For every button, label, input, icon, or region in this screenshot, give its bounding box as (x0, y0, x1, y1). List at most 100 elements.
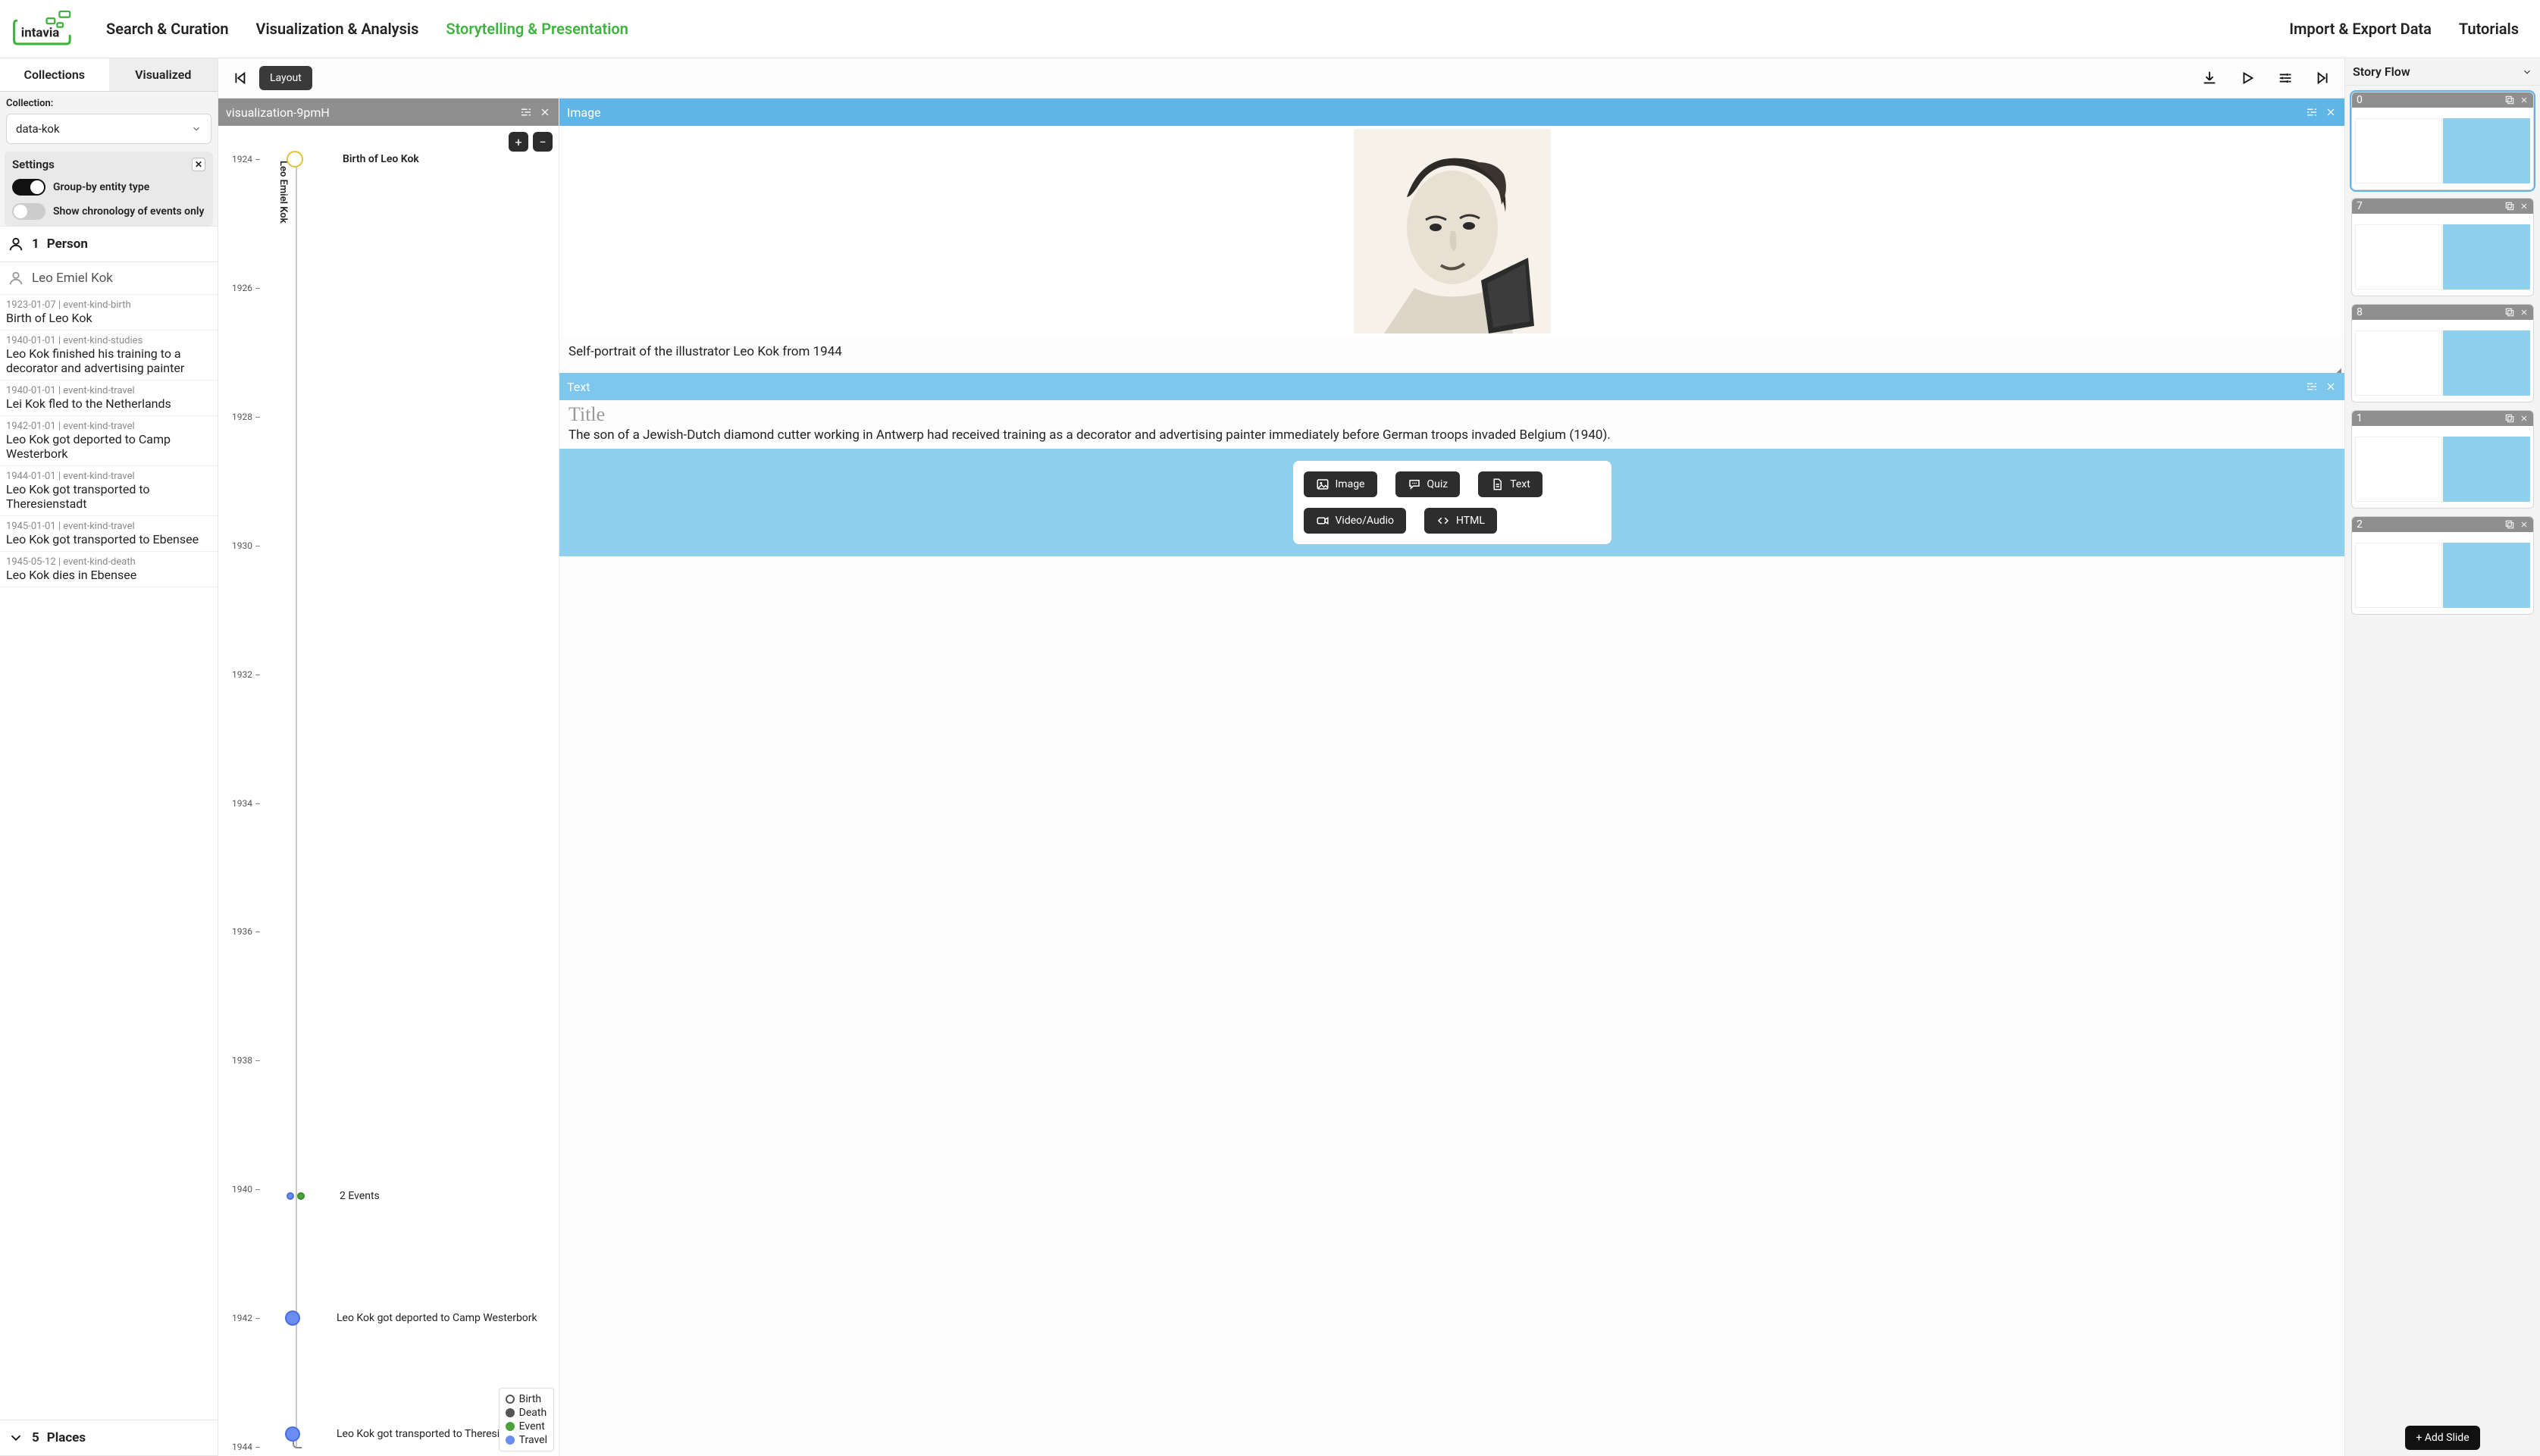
person-count: 1 (32, 236, 39, 252)
toggle-chrono-label: Show chronology of events only (53, 205, 205, 218)
add-content-area: Image Quiz Text Video/Audio HTML (559, 449, 2344, 556)
nav-tutorials[interactable]: Tutorials (2459, 20, 2519, 38)
text-title-placeholder[interactable]: Title (568, 403, 2335, 426)
resize-handle[interactable]: ◢ (559, 367, 2344, 373)
duplicate-icon[interactable] (2504, 413, 2515, 424)
go-first-button[interactable] (229, 67, 250, 89)
center-toolbar: Layout (218, 58, 2344, 99)
event-dot-birth[interactable] (287, 151, 303, 168)
year-tick: 1928 (232, 412, 252, 422)
chevron-down-icon[interactable] (2522, 67, 2532, 77)
legend-travel: Travel (519, 1434, 547, 1446)
toggle-group-entity[interactable] (12, 179, 45, 196)
duplicate-icon[interactable] (2504, 201, 2515, 211)
timeline-entity-label: Leo Emiel Kok (277, 161, 289, 224)
tab-visualized[interactable]: Visualized (109, 58, 218, 92)
legend-birth: Birth (519, 1393, 542, 1405)
event-item[interactable]: 1942-01-01 | event-kind-travelLeo Kok go… (0, 416, 218, 466)
zoom-in-button[interactable]: + (509, 132, 528, 152)
layout-button[interactable]: Layout (259, 66, 312, 90)
event-dot[interactable] (287, 1192, 294, 1200)
add-text-button[interactable]: Text (1478, 471, 1542, 497)
text-panel-title: Text (567, 380, 2299, 394)
add-image-button[interactable]: Image (1304, 471, 1377, 497)
vis-close-icon[interactable] (539, 106, 551, 118)
zoom-out-button[interactable]: − (533, 132, 553, 152)
nav-import[interactable]: Import & Export Data (2289, 20, 2432, 38)
image-caption: Self-portrait of the illustrator Leo Kok… (559, 337, 2344, 367)
nav-story[interactable]: Storytelling & Presentation (446, 20, 628, 38)
person-label: Person (47, 236, 88, 252)
event-item[interactable]: 1945-01-01 | event-kind-travelLeo Kok go… (0, 516, 218, 552)
slide[interactable]: 0 (2351, 92, 2534, 190)
play-button[interactable] (2237, 67, 2258, 89)
section-places[interactable]: 5 Places (0, 1420, 218, 1456)
close-icon[interactable] (2520, 414, 2529, 423)
year-tick: 1942 (232, 1313, 252, 1323)
event-item[interactable]: 1923-01-07 | event-kind-birthBirth of Le… (0, 295, 218, 330)
event-dot[interactable] (285, 1426, 300, 1442)
slide-number: 8 (2357, 306, 2500, 318)
nav-search[interactable]: Search & Curation (106, 20, 229, 38)
slide[interactable]: 7 (2351, 198, 2534, 296)
add-quiz-button[interactable]: Quiz (1395, 471, 1461, 497)
event-meta: 1940-01-01 | event-kind-studies (6, 335, 211, 346)
tab-collections[interactable]: Collections (0, 58, 109, 92)
add-html-button[interactable]: HTML (1424, 508, 1497, 534)
slide-number: 7 (2357, 200, 2500, 212)
portrait-image (1354, 129, 1551, 333)
event-title: Birth of Leo Kok (6, 311, 211, 325)
collection-value: data-kok (16, 122, 60, 136)
nav-visual[interactable]: Visualization & Analysis (256, 20, 419, 38)
places-count: 5 (32, 1430, 39, 1445)
visualization-panel: visualization-9pmH + − Leo Emiel Kok (218, 99, 559, 1456)
entity-row[interactable]: Leo Emiel Kok (0, 262, 218, 295)
close-icon[interactable] (2520, 202, 2529, 211)
text-content[interactable]: The son of a Jewish-Dutch diamond cutter… (568, 427, 2335, 443)
text-close-icon[interactable] (2325, 380, 2337, 393)
duplicate-icon[interactable] (2504, 95, 2515, 105)
close-icon[interactable] (2520, 96, 2529, 105)
event-dot[interactable] (285, 1310, 300, 1326)
close-icon[interactable] (2520, 520, 2529, 529)
content-panels: Image (559, 99, 2344, 1456)
toggle-chronology[interactable] (12, 203, 45, 220)
person-icon (8, 270, 24, 287)
event-title: Leo Kok got transported to Theresienstad… (6, 482, 211, 511)
image-icon (1316, 478, 1330, 491)
slide[interactable]: 1 (2351, 410, 2534, 509)
collection-select[interactable]: data-kok (6, 114, 211, 144)
slide-number: 1 (2357, 412, 2500, 424)
vis-settings-icon[interactable] (519, 105, 533, 119)
event-item[interactable]: 1940-01-01 | event-kind-travelLei Kok fl… (0, 380, 218, 416)
event-item[interactable]: 1945-05-12 | event-kind-deathLeo Kok die… (0, 552, 218, 587)
duplicate-icon[interactable] (2504, 519, 2515, 530)
event-label: Birth of Leo Kok (343, 153, 419, 165)
video-icon (1316, 514, 1330, 528)
slide[interactable]: 2 (2351, 516, 2534, 615)
close-icon[interactable] (2520, 308, 2529, 317)
timeline[interactable]: + − Leo Emiel Kok Birth of Leo Kok (218, 126, 559, 1456)
collection-label: Collection: (6, 98, 211, 109)
event-title: Leo Kok got deported to Camp Westerbork (6, 432, 211, 461)
slide[interactable]: 8 (2351, 304, 2534, 402)
duplicate-icon[interactable] (2504, 307, 2515, 318)
places-label: Places (47, 1430, 86, 1445)
slide-number: 0 (2357, 94, 2500, 106)
add-video-button[interactable]: Video/Audio (1304, 508, 1406, 534)
event-meta: 1940-01-01 | event-kind-travel (6, 385, 211, 396)
settings-button[interactable] (2275, 67, 2296, 89)
text-settings-icon[interactable] (2305, 380, 2319, 393)
center: Layout visualization-9pmH (218, 58, 2344, 1456)
image-close-icon[interactable] (2325, 106, 2337, 118)
download-button[interactable] (2199, 67, 2220, 89)
chevron-down-icon (191, 124, 202, 134)
add-slide-button[interactable]: + Add Slide (2405, 1426, 2479, 1450)
event-dot[interactable] (297, 1192, 305, 1200)
section-person[interactable]: 1 Person (0, 226, 218, 262)
event-item[interactable]: 1940-01-01 | event-kind-studiesLeo Kok f… (0, 330, 218, 380)
event-item[interactable]: 1944-01-01 | event-kind-travelLeo Kok go… (0, 466, 218, 516)
settings-close[interactable]: ✕ (192, 158, 205, 171)
go-last-button[interactable] (2313, 67, 2334, 89)
image-settings-icon[interactable] (2305, 105, 2319, 119)
